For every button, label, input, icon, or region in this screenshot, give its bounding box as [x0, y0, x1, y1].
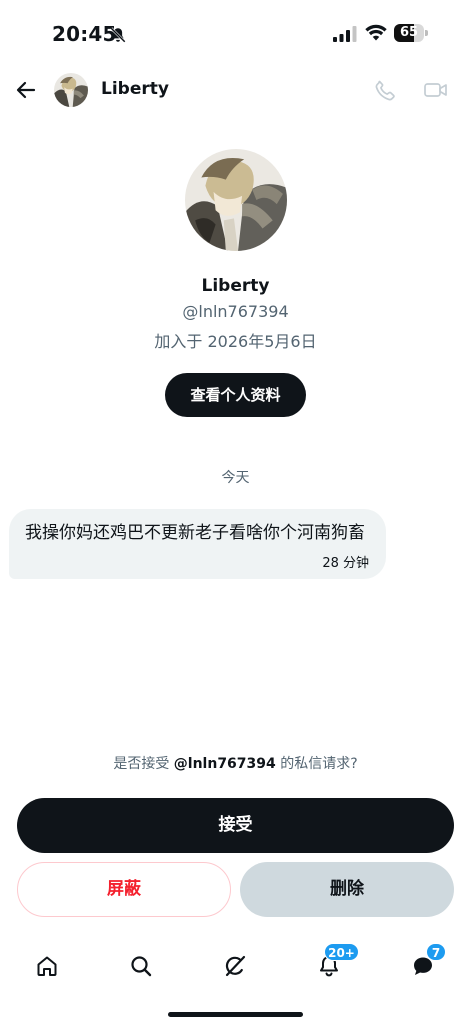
profile-handle: @lnln767394	[182, 302, 289, 321]
notifications-badge: 20+	[324, 943, 359, 961]
phone-icon[interactable]	[373, 78, 397, 102]
accept-button[interactable]: 接受	[17, 798, 454, 853]
battery-level: 65	[399, 25, 419, 40]
profile-avatar[interactable]	[185, 149, 287, 251]
home-icon	[37, 956, 57, 976]
view-profile-button[interactable]: 查看个人资料	[165, 373, 306, 417]
message-text: 我操你妈还鸡巴不更新老子看啥你个河南狗畜	[25, 523, 365, 543]
home-indicator	[168, 1012, 303, 1017]
messages-badge: 7	[426, 943, 446, 961]
status-bar: 20:45 65	[0, 0, 471, 66]
avatar-image	[54, 73, 88, 107]
delete-button[interactable]: 删除	[240, 862, 454, 917]
header-avatar[interactable]	[54, 73, 88, 107]
bottom-nav: 20+ 7	[0, 936, 471, 996]
bell-off-icon	[110, 27, 126, 43]
nav-search[interactable]	[119, 944, 163, 988]
battery-icon: 65	[394, 24, 428, 42]
prompt-handle: @lnln767394	[173, 756, 276, 772]
profile-name: Liberty	[201, 276, 270, 296]
grok-icon	[225, 955, 246, 977]
search-icon	[131, 956, 152, 977]
message-timestamp: 28 分钟	[322, 556, 369, 571]
message-request-prompt: 是否接受 @lnln767394 的私信请求?	[0, 753, 471, 773]
nav-messages[interactable]: 7	[401, 943, 446, 988]
avatar-image	[185, 149, 287, 251]
cellular-signal-icon	[333, 26, 357, 42]
battery-cap	[425, 30, 428, 36]
prompt-prefix: 是否接受	[113, 756, 174, 772]
nav-notifications[interactable]: 20+	[307, 943, 359, 988]
block-button[interactable]: 屏蔽	[17, 862, 231, 917]
date-divider: 今天	[221, 470, 250, 486]
header-name[interactable]: Liberty	[101, 79, 169, 99]
status-time: 20:45	[52, 22, 117, 46]
nav-home[interactable]	[25, 944, 69, 988]
conversation-header: Liberty	[0, 66, 471, 116]
battery-body: 65	[394, 24, 424, 42]
back-arrow-icon[interactable]	[14, 78, 38, 102]
video-camera-icon[interactable]	[423, 78, 449, 102]
nav-grok[interactable]	[213, 944, 257, 988]
profile-joined-date: 加入于 2026年5月6日	[154, 332, 317, 351]
wifi-icon	[365, 24, 387, 41]
message-bubble[interactable]: 我操你妈还鸡巴不更新老子看啥你个河南狗畜 28 分钟	[9, 509, 386, 579]
prompt-suffix: 的私信请求?	[275, 756, 358, 772]
